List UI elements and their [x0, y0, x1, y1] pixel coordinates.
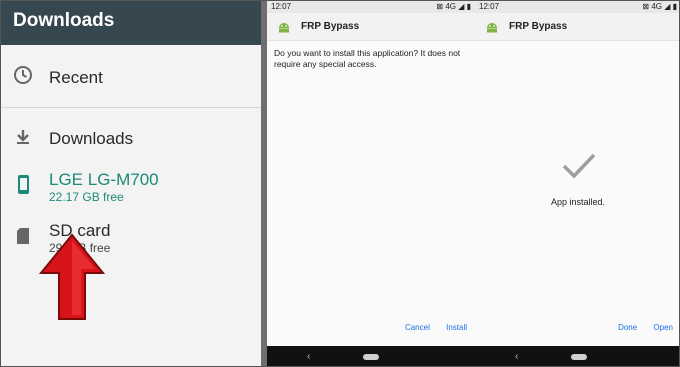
drawer-item-lge-lg-m700[interactable]: LGE LG-M700 22.17 GB free: [1, 167, 261, 207]
drawer-header: Downloads: [1, 1, 261, 45]
red-arrow-icon: [39, 233, 105, 320]
installed-message: App installed.: [550, 197, 606, 207]
drawer-item-downloads[interactable]: Downloads: [1, 121, 261, 157]
back-icon[interactable]: ‹: [307, 351, 310, 362]
drawer-item-label: Recent: [49, 68, 103, 87]
install-button[interactable]: Install: [446, 323, 467, 332]
dialog-actions: Cancel Install: [391, 323, 467, 332]
screenshot-frame: Downloads Recent Downloads LGE LG-M700 2…: [0, 0, 680, 367]
open-button[interactable]: Open: [653, 323, 673, 332]
download-icon: [17, 130, 29, 144]
cancel-button[interactable]: Cancel: [405, 323, 430, 332]
status-icons: ⊠ 4G ◢ ▮: [642, 2, 677, 11]
status-time: 12:07: [479, 2, 500, 11]
drawer-divider: [1, 107, 261, 108]
drawer-item-label: Downloads: [49, 129, 134, 148]
install-prompt-text: Do you want to install this application?…: [274, 48, 461, 69]
status-time: 12:07: [271, 2, 292, 11]
status-bar: 12:07 ⊠ 4G ◢ ▮: [475, 1, 679, 13]
drawer-item-recent[interactable]: Recent: [1, 59, 261, 99]
done-button[interactable]: Done: [618, 323, 637, 332]
phone-icon: [18, 175, 29, 194]
status-icons: ⊠ 4G ◢ ▮: [436, 2, 471, 11]
nav-bar: ‹: [475, 346, 679, 366]
drawer-item-label: LGE LG-M700: [49, 170, 159, 189]
checkmark-icon: [562, 153, 596, 179]
home-pill-icon[interactable]: [571, 354, 587, 360]
home-pill-icon[interactable]: [363, 354, 379, 360]
app-installed-screen: 12:07 ⊠ 4G ◢ ▮ FRP Bypass App installed.…: [475, 1, 679, 366]
app-bar: FRP Bypass: [475, 13, 679, 41]
app-title: FRP Bypass: [509, 21, 568, 32]
back-icon[interactable]: ‹: [515, 351, 518, 362]
app-title: FRP Bypass: [301, 21, 360, 32]
app-bar: FRP Bypass: [267, 13, 475, 41]
clock-icon: [14, 66, 32, 84]
sd-card-icon: [17, 228, 29, 244]
dialog-actions: Done Open: [604, 323, 673, 332]
android-app-icon: [487, 23, 497, 33]
android-app-icon: [279, 23, 289, 33]
drawer-item-free-space: 22.17 GB free: [49, 190, 124, 204]
status-bar: 12:07 ⊠ 4G ◢ ▮: [267, 1, 475, 13]
drawer-title: Downloads: [13, 10, 115, 31]
downloads-drawer: Downloads Recent Downloads LGE LG-M700 2…: [1, 1, 261, 366]
nav-bar: ‹: [267, 346, 475, 366]
install-prompt-screen: 12:07 ⊠ 4G ◢ ▮ FRP Bypass Do you want to…: [267, 1, 475, 366]
